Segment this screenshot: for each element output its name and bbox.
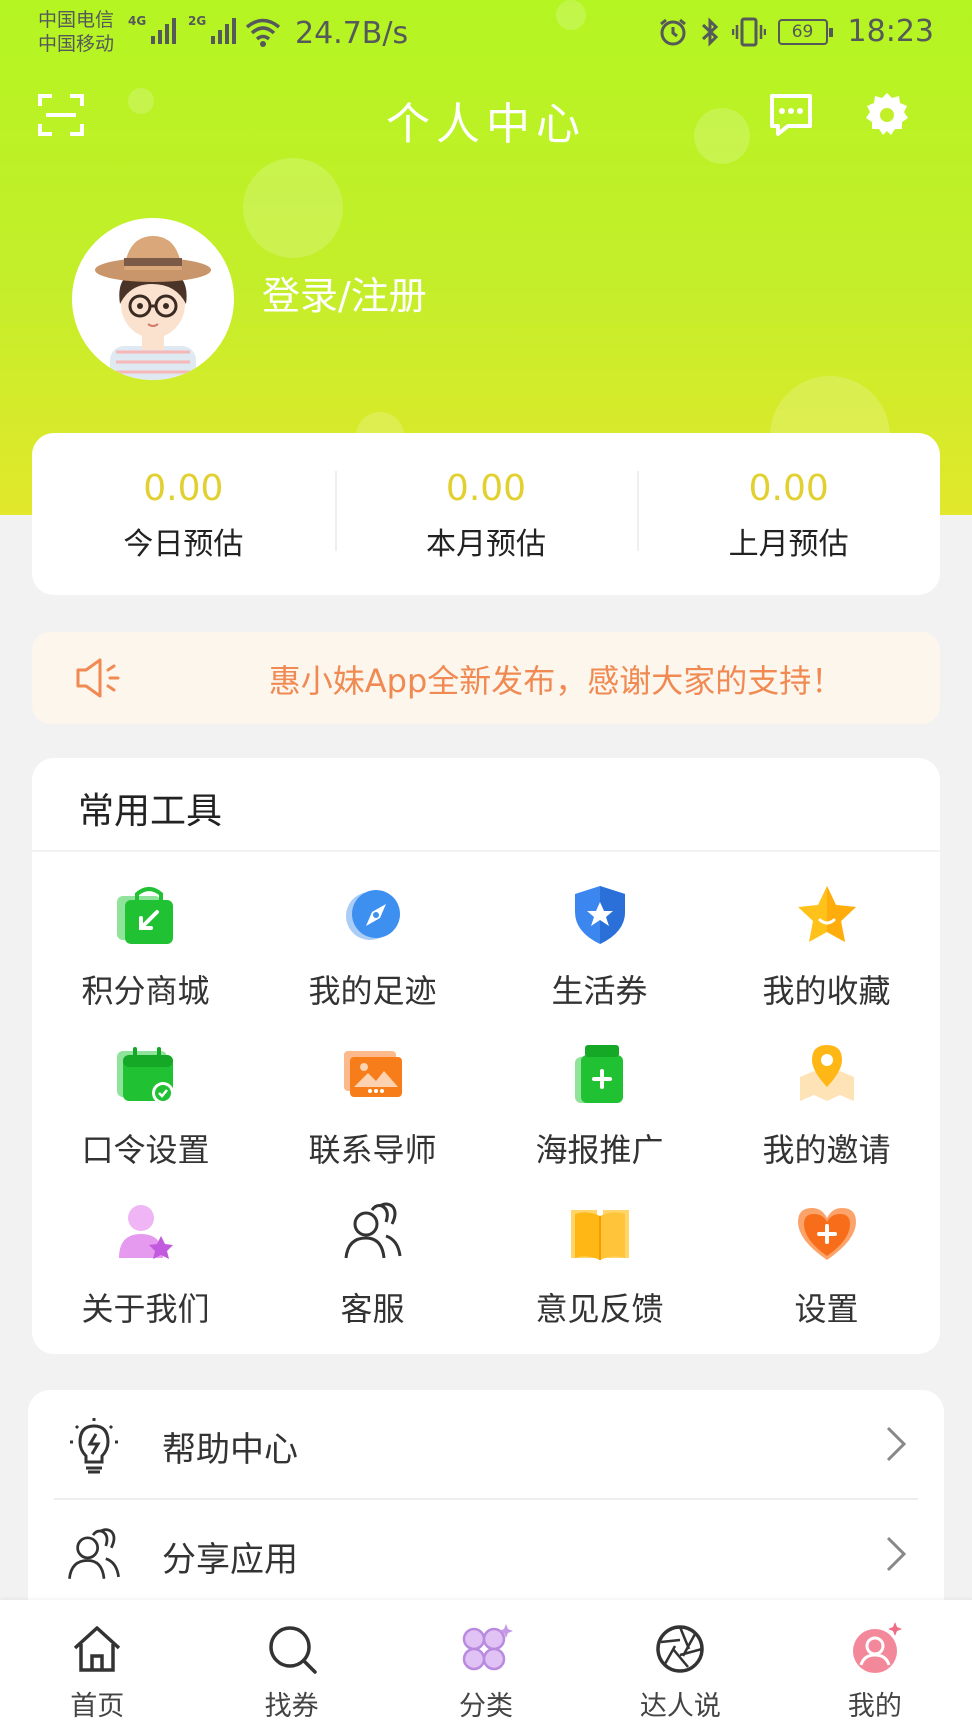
list-item-help-center[interactable]: 帮助中心 <box>28 1390 944 1500</box>
tool-label: 我的足迹 <box>308 972 437 1010</box>
users-icon <box>68 1528 120 1579</box>
aperture-icon <box>656 1625 705 1673</box>
shield-star-icon <box>574 886 625 944</box>
tool-my-invitations[interactable]: 我的邀请 <box>713 1035 940 1194</box>
avatar[interactable] <box>72 218 234 380</box>
network-2-label: 2G <box>188 14 207 28</box>
tool-customer-service[interactable]: 客服 <box>259 1194 486 1353</box>
announcement-text: 惠小妹App全新发布，感谢大家的支持！ <box>268 662 844 700</box>
user-star-icon <box>118 1205 173 1259</box>
users-icon <box>344 1202 401 1259</box>
tool-label: 我的收藏 <box>762 972 891 1010</box>
list-item-share-app[interactable]: 分享应用 <box>28 1500 944 1610</box>
top-bar: 个人中心 <box>0 70 972 160</box>
carrier-2: 中国移动 <box>38 33 115 55</box>
tool-label: 关于我们 <box>81 1290 210 1328</box>
settings-gear-icon[interactable] <box>862 90 912 140</box>
tab-home[interactable]: 首页 <box>0 1600 194 1728</box>
common-tools-card: 常用工具 积分商城 我的足迹 生活券 我的收藏 口令设置 联系导师 海报推广 我… <box>32 758 940 1354</box>
profile-icon <box>852 1622 902 1673</box>
tool-points-mall[interactable]: 积分商城 <box>32 876 259 1035</box>
tool-settings[interactable]: 设置 <box>713 1194 940 1353</box>
battery-indicator: 69 <box>777 18 833 45</box>
tool-footprints[interactable]: 我的足迹 <box>259 876 486 1035</box>
tool-contact-mentor[interactable]: 联系导师 <box>259 1035 486 1194</box>
clock: 18:23 <box>847 14 934 49</box>
tab-expert-talk[interactable]: 达人说 <box>583 1600 777 1728</box>
tool-label: 客服 <box>340 1290 405 1328</box>
chevron-right-icon <box>886 1536 907 1572</box>
stat-this-month[interactable]: 0.00 本月预估 <box>334 465 638 563</box>
star-icon <box>797 886 856 942</box>
tool-life-coupons[interactable]: 生活券 <box>486 876 713 1035</box>
tool-password-settings[interactable]: 口令设置 <box>32 1035 259 1194</box>
lightbulb-icon <box>70 1418 118 1474</box>
tab-label: 我的 <box>847 1691 902 1722</box>
tool-label: 海报推广 <box>535 1131 664 1169</box>
stat-value: 0.00 <box>748 468 829 509</box>
tab-mine[interactable]: 我的 <box>778 1600 972 1728</box>
avatar-illustration-icon <box>72 218 234 380</box>
carrier-labels: 中国电信 中国移动 <box>38 8 114 56</box>
stat-last-month[interactable]: 0.00 上月预估 <box>637 465 940 563</box>
tab-find-coupons[interactable]: 找券 <box>194 1600 388 1728</box>
section-title: 常用工具 <box>78 791 223 832</box>
bluetooth-icon <box>701 16 718 47</box>
network-speed: 24.7B/s <box>295 16 409 51</box>
tool-label: 联系导师 <box>308 1131 437 1169</box>
calendar-check-icon <box>116 1047 174 1104</box>
divider <box>32 850 940 852</box>
shopping-bag-icon <box>116 887 173 944</box>
message-icon[interactable] <box>766 90 816 140</box>
login-register-link[interactable]: 登录/注册 <box>262 265 427 320</box>
tab-label: 找券 <box>264 1691 319 1722</box>
map-pin-icon <box>799 1045 854 1101</box>
category-icon <box>462 1624 514 1671</box>
tab-label: 首页 <box>70 1691 125 1722</box>
list-item-label: 帮助中心 <box>162 1430 298 1470</box>
stat-value: 0.00 <box>143 468 224 509</box>
tab-label: 分类 <box>459 1691 514 1722</box>
bottom-tab-bar: 首页 找券 分类 达人说 我的 <box>0 1600 972 1728</box>
tab-label: 达人说 <box>639 1691 721 1722</box>
stat-label: 上月预估 <box>728 527 849 562</box>
book-icon <box>570 1210 629 1260</box>
network-1-label: 4G <box>128 14 147 28</box>
tool-label: 意见反馈 <box>535 1290 664 1328</box>
page-title: 个人中心 <box>386 99 586 150</box>
alarm-icon <box>659 18 686 45</box>
stat-value: 0.00 <box>445 468 527 509</box>
picture-icon <box>343 1051 402 1097</box>
tool-feedback[interactable]: 意见反馈 <box>486 1194 713 1353</box>
chevron-right-icon <box>886 1426 907 1462</box>
earnings-card: 0.00 今日预估 0.00 本月预估 0.00 上月预估 <box>32 433 940 595</box>
tool-label: 设置 <box>794 1290 859 1328</box>
signal-1-icon: 4G <box>128 14 177 44</box>
tool-about-us[interactable]: 关于我们 <box>32 1194 259 1353</box>
wifi-icon <box>245 18 281 47</box>
search-icon <box>268 1626 317 1674</box>
tab-categories[interactable]: 分类 <box>389 1600 583 1728</box>
home-icon <box>74 1626 121 1672</box>
tool-label: 生活券 <box>551 972 648 1010</box>
tool-label: 积分商城 <box>81 972 210 1010</box>
tool-label: 口令设置 <box>81 1131 210 1169</box>
signal-2-icon: 2G <box>188 14 237 44</box>
carrier-1: 中国电信 <box>38 9 115 31</box>
vibrate-icon <box>731 17 766 46</box>
stat-today[interactable]: 0.00 今日预估 <box>32 465 335 563</box>
heart-plus-icon <box>797 1208 856 1260</box>
compass-icon <box>345 890 400 940</box>
stat-label: 本月预估 <box>426 527 546 562</box>
list-item-label: 分享应用 <box>162 1540 298 1580</box>
tool-favorites[interactable]: 我的收藏 <box>713 876 940 1035</box>
status-bar: 中国电信 中国移动 4G 2G 24.7B/s 69 18:23 <box>0 0 972 66</box>
announcement-banner[interactable]: 惠小妹App全新发布，感谢大家的支持！ <box>32 632 940 724</box>
tool-label: 我的邀请 <box>762 1131 891 1169</box>
jar-plus-icon <box>574 1045 623 1103</box>
tool-poster-promotion[interactable]: 海报推广 <box>486 1035 713 1194</box>
menu-list: 帮助中心 分享应用 <box>28 1390 944 1630</box>
stat-label: 今日预估 <box>123 527 244 562</box>
